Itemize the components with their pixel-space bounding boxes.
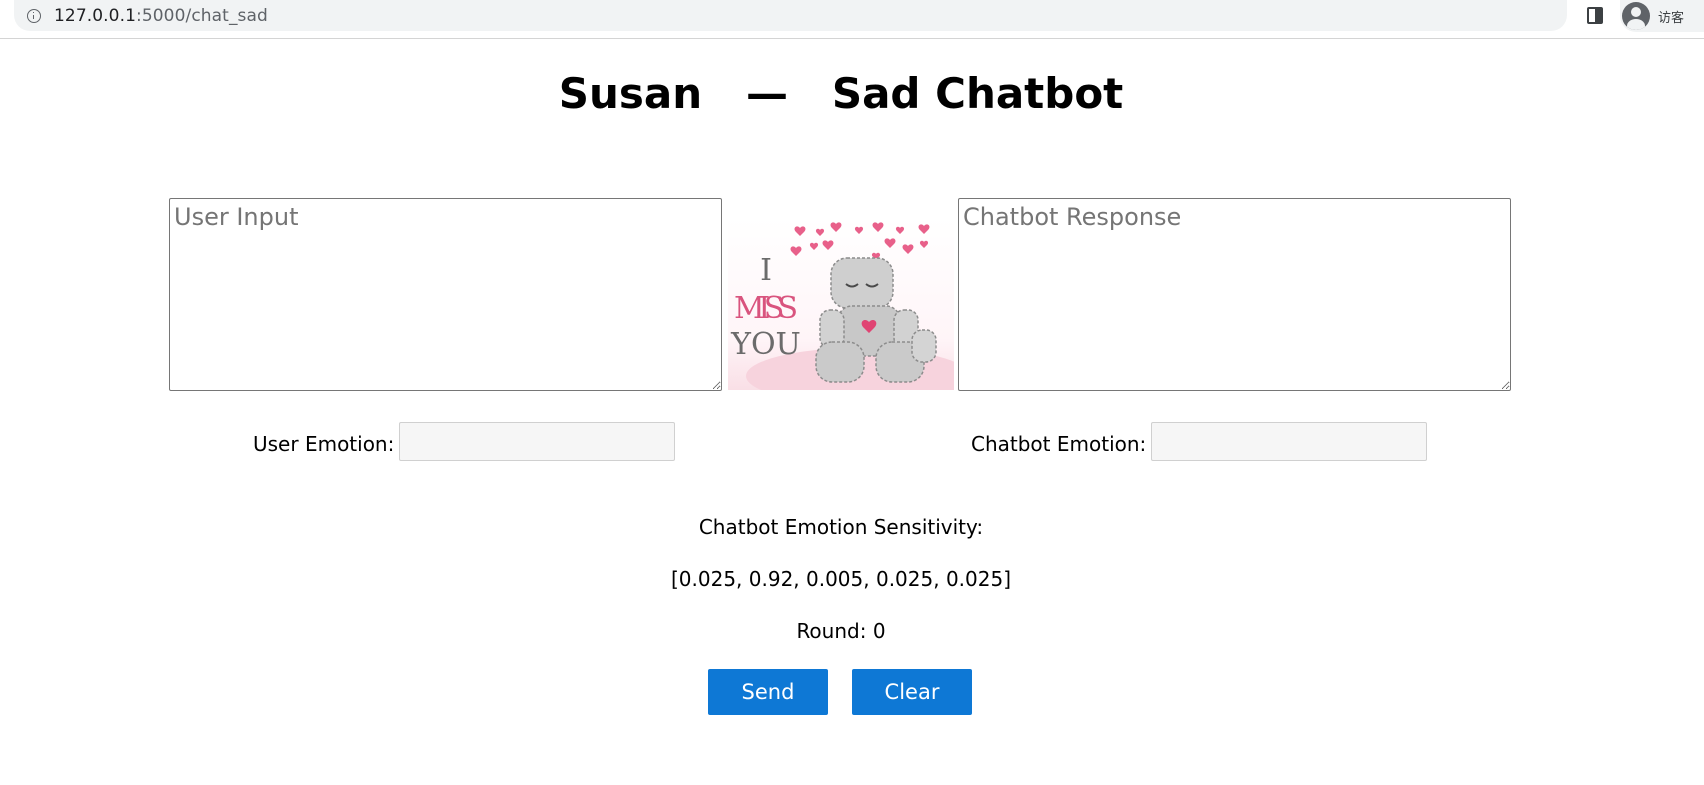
address-bar[interactable]: 127.0.0.1:5000/chat_sad bbox=[14, 0, 1567, 31]
chatbot-emotion-field[interactable] bbox=[1151, 422, 1427, 461]
clear-button[interactable]: Clear bbox=[852, 669, 972, 715]
user-emotion-label: User Emotion: bbox=[253, 432, 395, 456]
browser-toolbar: 127.0.0.1:5000/chat_sad 访客 bbox=[0, 0, 1704, 39]
url-host: 127.0.0.1 bbox=[54, 5, 137, 26]
page-title: Susan — Sad Chatbot bbox=[558, 69, 1124, 118]
image-text-you: YOU bbox=[730, 327, 801, 362]
image-text-miss: MISS bbox=[734, 291, 798, 326]
user-input-textarea[interactable] bbox=[169, 198, 722, 391]
url-path: :5000/chat_sad bbox=[136, 5, 268, 26]
chatbot-response-textarea[interactable] bbox=[958, 198, 1511, 391]
user-emotion-field[interactable] bbox=[399, 422, 675, 461]
image-text-i: I bbox=[760, 253, 772, 288]
info-icon[interactable] bbox=[27, 8, 41, 23]
sensitivity-values: [0.025, 0.92, 0.005, 0.025, 0.025] bbox=[670, 567, 1012, 591]
heart-icon bbox=[790, 222, 930, 260]
sensitivity-label: Chatbot Emotion Sensitivity: bbox=[698, 515, 984, 539]
side-panel-icon[interactable] bbox=[1587, 7, 1603, 24]
sad-robot-image: I MISS YOU bbox=[728, 218, 954, 390]
profile-label: 访客 bbox=[1658, 10, 1685, 26]
round-counter: Round: 0 bbox=[796, 619, 886, 643]
url-text[interactable]: 127.0.0.1:5000/chat_sad bbox=[54, 6, 268, 26]
avatar-icon bbox=[1622, 2, 1650, 30]
chatbot-emotion-label: Chatbot Emotion: bbox=[971, 432, 1147, 456]
send-button[interactable]: Send bbox=[708, 669, 828, 715]
profile-button[interactable]: 访客 bbox=[1620, 0, 1704, 32]
